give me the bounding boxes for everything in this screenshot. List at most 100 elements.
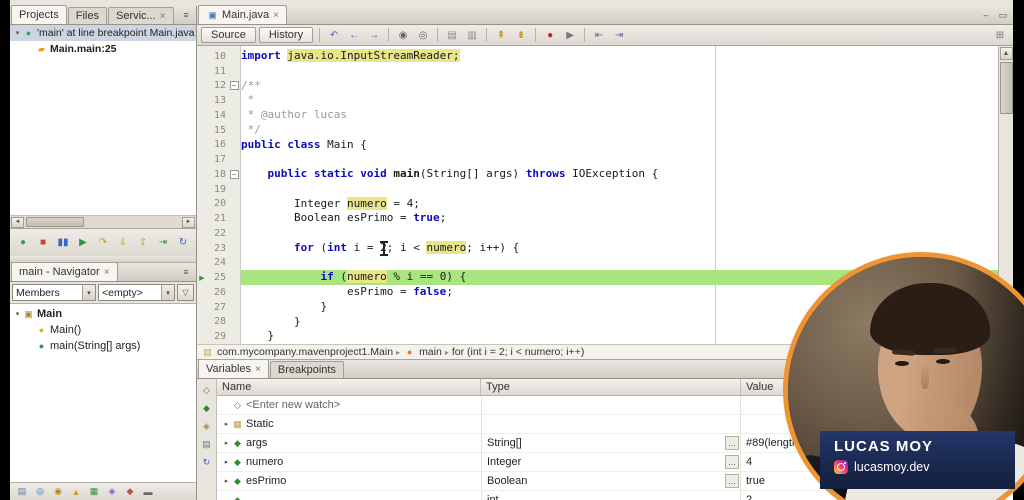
tab-navigator[interactable]: main - Navigator × — [11, 262, 118, 281]
comment-icon[interactable]: ▤ — [443, 27, 461, 44]
gutter-line[interactable]: 16 — [197, 138, 240, 153]
show-watches-icon[interactable]: ◇ — [199, 383, 214, 398]
shift-right-icon[interactable]: ⇥ — [610, 27, 628, 44]
fold-icon[interactable]: − — [228, 170, 240, 179]
history-view-button[interactable]: History — [259, 27, 313, 43]
shift-left-icon[interactable]: ⇤ — [590, 27, 608, 44]
continue-icon[interactable]: ▶ — [74, 234, 92, 251]
close-icon[interactable]: × — [160, 11, 166, 22]
column-header-type[interactable]: Type — [481, 379, 741, 395]
debug-session-icon[interactable]: ● — [14, 234, 32, 251]
panel-menu-icon[interactable]: ≡ — [179, 265, 193, 279]
tab-variables[interactable]: Variables× — [198, 360, 269, 378]
code-line[interactable] — [241, 182, 998, 197]
expander-icon[interactable]: ▾ — [13, 29, 22, 37]
record-macro-icon[interactable]: ● — [541, 27, 559, 44]
filter-button[interactable]: ▽ — [177, 284, 194, 301]
run-to-cursor-icon[interactable]: ⇥ — [154, 234, 172, 251]
back-icon[interactable]: ← — [345, 27, 363, 44]
apply-code-changes-icon[interactable]: ↻ — [174, 234, 192, 251]
expander-icon[interactable]: ▸ — [222, 458, 231, 466]
gutter-line[interactable]: 28 — [197, 315, 240, 330]
run-macro-icon[interactable]: ▶ — [561, 27, 579, 44]
close-icon[interactable]: × — [104, 267, 110, 278]
scroll-left-icon[interactable]: ◄ — [11, 217, 24, 228]
forward-icon[interactable]: → — [365, 27, 383, 44]
gutter-line[interactable]: 26 — [197, 285, 240, 300]
output-window-icon[interactable]: ▤ — [14, 484, 30, 499]
create-watch-icon[interactable]: ◆ — [199, 401, 214, 416]
step-out-icon[interactable]: ⇧ — [134, 234, 152, 251]
gutter-line[interactable]: 24 — [197, 256, 240, 271]
gutter-line[interactable]: 22 — [197, 226, 240, 241]
gutter-line[interactable]: 17 — [197, 152, 240, 167]
gutter-line[interactable]: 19 — [197, 182, 240, 197]
gutter-line[interactable]: 21 — [197, 211, 240, 226]
tab-main-java[interactable]: ▣ Main.java × — [198, 5, 287, 24]
gutter-line[interactable]: 14 — [197, 108, 240, 123]
members-dropdown[interactable]: Members ▾ — [12, 284, 96, 301]
panel-menu-icon[interactable]: ≡ — [179, 8, 193, 22]
gutter-line[interactable]: 13 — [197, 93, 240, 108]
gutter-line[interactable]: 15 — [197, 123, 240, 138]
code-line[interactable]: */ — [241, 123, 998, 138]
code-line[interactable]: * @author lucas — [241, 108, 998, 123]
column-header-name[interactable]: Name — [217, 379, 481, 395]
gutter-line[interactable]: 18− — [197, 167, 240, 182]
tab-projects[interactable]: Projects — [11, 5, 67, 24]
notifications-icon[interactable]: ▲ — [68, 484, 84, 499]
last-edit-icon[interactable]: ↶ — [325, 27, 343, 44]
incremental-search-icon[interactable]: ◎ — [414, 27, 432, 44]
gutter-line[interactable]: 12− — [197, 79, 240, 94]
code-line[interactable]: import java.io.InputStreamReader; — [241, 49, 998, 64]
expander-icon[interactable]: ▸ — [222, 439, 231, 447]
gutter-line[interactable]: 23 — [197, 241, 240, 256]
previous-bookmark-icon[interactable]: ⇞ — [492, 27, 510, 44]
tasks-window-icon[interactable]: ▦ — [86, 484, 102, 499]
scroll-right-icon[interactable]: ► — [182, 217, 195, 228]
step-over-icon[interactable]: ↷ — [94, 234, 112, 251]
scrollbar-thumb[interactable] — [26, 217, 84, 227]
restore-window-icon[interactable]: ▭ — [996, 8, 1010, 22]
tab-breakpoints[interactable]: Breakpoints — [270, 361, 344, 378]
tree-item[interactable]: ●main(String[] args) — [10, 338, 196, 354]
source-view-button[interactable]: Source — [201, 27, 256, 43]
breadcrumb-segment[interactable]: ●main — [403, 346, 442, 358]
code-line[interactable] — [241, 64, 998, 79]
ellipsis-button[interactable]: … — [725, 455, 739, 469]
code-line[interactable] — [241, 226, 998, 241]
code-line[interactable]: for (int i = 2; i < numero; i++) { — [241, 241, 998, 256]
editor-options-icon[interactable]: ⊞ — [991, 27, 1009, 44]
scroll-up-icon[interactable]: ▲ — [1000, 47, 1013, 60]
gutter-line[interactable]: 11 — [197, 64, 240, 79]
gutter-line[interactable]: 20 — [197, 197, 240, 212]
breadcrumb-segment[interactable]: ▤com.mycompany.mavenproject1.Main — [201, 346, 393, 358]
tree-item[interactable]: ▾▣Main — [10, 306, 196, 322]
gutter-line[interactable]: ▶25 — [197, 270, 240, 285]
scrollbar-thumb[interactable] — [1000, 62, 1013, 114]
fixed-watches-icon[interactable]: ◈ — [199, 419, 214, 434]
refresh-icon[interactable]: ↻ — [199, 455, 214, 470]
breadcrumb-segment[interactable]: for (int i = 2; i < numero; i++) — [452, 346, 584, 358]
find-selection-icon[interactable]: ◉ — [394, 27, 412, 44]
tab-files[interactable]: Files — [68, 7, 107, 24]
services-window-icon[interactable]: ◈ — [104, 484, 120, 499]
next-bookmark-icon[interactable]: ⇟ — [512, 27, 530, 44]
minimize-window-icon[interactable]: – — [979, 8, 993, 22]
show-evaluation-icon[interactable]: ▤ — [199, 437, 214, 452]
pause-icon[interactable]: ▮▮ — [54, 234, 72, 251]
step-into-icon[interactable]: ⇩ — [114, 234, 132, 251]
usages-window-icon[interactable]: ◎ — [32, 484, 48, 499]
horizontal-scrollbar[interactable]: ◄ ► — [10, 215, 196, 229]
gutter-line[interactable]: 29 — [197, 329, 240, 344]
close-icon[interactable]: × — [255, 364, 261, 375]
code-line[interactable]: Boolean esPrimo = true; — [241, 211, 998, 226]
tree-item[interactable]: ▰Main.main:25 — [10, 41, 196, 57]
expander-icon[interactable]: ▾ — [13, 310, 22, 318]
code-line[interactable]: /** — [241, 79, 998, 94]
code-line[interactable]: * — [241, 93, 998, 108]
code-line[interactable]: Integer numero = 4; — [241, 197, 998, 212]
filter-dropdown[interactable]: <empty> ▾ — [98, 284, 175, 301]
finish-session-icon[interactable]: ■ — [34, 234, 52, 251]
tree-item[interactable]: ▾●'main' at line breakpoint Main.java : … — [10, 25, 196, 41]
